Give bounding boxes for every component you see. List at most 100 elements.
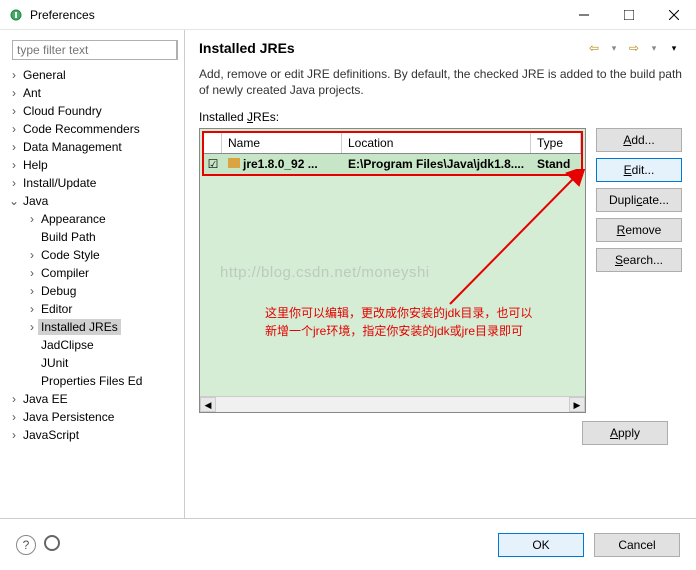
jre-table[interactable]: Name Location Type ☑ jre1.8.0_92 ... E:\… xyxy=(199,128,586,413)
jre-location: E:\Program Files\Java\jdk1.8.... xyxy=(342,154,531,174)
tree-item-ant[interactable]: ›Ant xyxy=(4,84,180,102)
tree-item-general[interactable]: ›General xyxy=(4,66,180,84)
tree-item-compiler[interactable]: ›Compiler xyxy=(4,264,180,282)
tree-arrow-icon[interactable]: › xyxy=(26,212,38,226)
col-name[interactable]: Name xyxy=(222,133,342,153)
tree-item-appearance[interactable]: ›Appearance xyxy=(4,210,180,228)
jre-checkbox[interactable]: ☑ xyxy=(204,154,222,174)
tree-item-label: Build Path xyxy=(38,229,99,245)
jre-name: jre1.8.0_92 ... xyxy=(222,154,342,174)
tree-item-jadclipse[interactable]: JadClipse xyxy=(4,336,180,354)
tree-item-label: Code Recommenders xyxy=(20,121,143,137)
tree-item-cloud-foundry[interactable]: ›Cloud Foundry xyxy=(4,102,180,120)
tree-item-build-path[interactable]: Build Path xyxy=(4,228,180,246)
tree-item-java-persistence[interactable]: ›Java Persistence xyxy=(4,408,180,426)
tree-item-label: Help xyxy=(20,157,51,173)
table-row[interactable]: ☑ jre1.8.0_92 ... E:\Program Files\Java\… xyxy=(204,154,581,174)
col-type[interactable]: Type xyxy=(531,133,581,153)
apply-button[interactable]: Apply xyxy=(582,421,668,445)
remove-button[interactable]: Remove xyxy=(596,218,682,242)
tree-arrow-icon[interactable]: › xyxy=(8,428,20,442)
back-icon[interactable]: ⇦ xyxy=(586,41,602,55)
tree-arrow-icon[interactable]: › xyxy=(26,302,38,316)
col-location[interactable]: Location xyxy=(342,133,531,153)
nav-icons: ⇦ ▾ ⇨ ▾ ▾ xyxy=(586,41,682,55)
page-title: Installed JREs xyxy=(199,40,586,56)
tree-item-installed-jres[interactable]: ›Installed JREs xyxy=(4,318,180,336)
filter-clear-button[interactable] xyxy=(177,40,178,60)
minimize-button[interactable] xyxy=(561,0,606,29)
tree-item-label: Java xyxy=(20,193,51,209)
forward-icon[interactable]: ⇨ xyxy=(626,41,642,55)
tree-arrow-icon[interactable]: › xyxy=(26,266,38,280)
tree-item-code-style[interactable]: ›Code Style xyxy=(4,246,180,264)
filter-input[interactable] xyxy=(12,40,177,60)
sidebar: ›General›Ant›Cloud Foundry›Code Recommen… xyxy=(0,30,185,518)
tree-item-label: JUnit xyxy=(38,355,71,371)
tree-item-label: Appearance xyxy=(38,211,109,227)
tree-item-editor[interactable]: ›Editor xyxy=(4,300,180,318)
edit-button[interactable]: Edit... xyxy=(596,158,682,182)
tree-item-label: Debug xyxy=(38,283,79,299)
search-button[interactable]: Search... xyxy=(596,248,682,272)
help-icon[interactable]: ? xyxy=(16,535,36,555)
cancel-button[interactable]: Cancel xyxy=(594,533,680,557)
tree-item-label: Code Style xyxy=(38,247,103,263)
tree-arrow-icon[interactable]: › xyxy=(26,284,38,298)
tree-arrow-icon[interactable]: ⌄ xyxy=(8,194,20,208)
tree-item-label: General xyxy=(20,67,69,83)
jre-type: Stand xyxy=(531,154,581,174)
tree-item-javascript[interactable]: ›JavaScript xyxy=(4,426,180,444)
duplicate-button[interactable]: Duplicate... xyxy=(596,188,682,212)
tree-item-debug[interactable]: ›Debug xyxy=(4,282,180,300)
tree-item-label: Java EE xyxy=(20,391,71,407)
menu-icon[interactable]: ▾ xyxy=(666,43,682,54)
tree-item-label: Installed JREs xyxy=(38,319,121,335)
tree-item-code-recommenders[interactable]: ›Code Recommenders xyxy=(4,120,180,138)
tree[interactable]: ›General›Ant›Cloud Foundry›Code Recommen… xyxy=(0,66,184,518)
forward-menu-icon[interactable]: ▾ xyxy=(646,43,662,54)
tree-item-junit[interactable]: JUnit xyxy=(4,354,180,372)
tree-arrow-icon[interactable]: › xyxy=(8,86,20,100)
tree-arrow-icon[interactable]: › xyxy=(8,68,20,82)
tree-arrow-icon[interactable]: › xyxy=(8,104,20,118)
tree-arrow-icon[interactable]: › xyxy=(8,176,20,190)
annotation-box: Name Location Type ☑ jre1.8.0_92 ... E:\… xyxy=(202,131,583,176)
tree-item-java-ee[interactable]: ›Java EE xyxy=(4,390,180,408)
add-button[interactable]: Add... xyxy=(596,128,682,152)
tree-item-label: Properties Files Ed xyxy=(38,373,145,389)
tree-arrow-icon[interactable]: › xyxy=(8,392,20,406)
tree-item-data-management[interactable]: ›Data Management xyxy=(4,138,180,156)
tree-arrow-icon[interactable]: › xyxy=(8,122,20,136)
horizontal-scrollbar[interactable]: ◀▶ xyxy=(200,396,585,412)
tree-item-label: Java Persistence xyxy=(20,409,117,425)
tree-item-label: Ant xyxy=(20,85,44,101)
tree-arrow-icon[interactable]: › xyxy=(8,410,20,424)
close-button[interactable] xyxy=(651,0,696,29)
ok-button[interactable]: OK xyxy=(498,533,584,557)
window-title: Preferences xyxy=(30,8,561,22)
tree-item-java[interactable]: ⌄Java xyxy=(4,192,180,210)
tree-item-label: Install/Update xyxy=(20,175,99,191)
tree-item-label: Data Management xyxy=(20,139,125,155)
tree-arrow-icon[interactable]: › xyxy=(8,158,20,172)
table-label: Installed JREs: xyxy=(199,110,682,124)
tree-arrow-icon[interactable]: › xyxy=(26,320,38,334)
tree-item-label: JadClipse xyxy=(38,337,97,353)
maximize-button[interactable] xyxy=(606,0,651,29)
titlebar: Preferences xyxy=(0,0,696,30)
import-export-icon[interactable] xyxy=(44,535,60,551)
tree-arrow-icon[interactable]: › xyxy=(26,248,38,262)
main-panel: Installed JREs ⇦ ▾ ⇨ ▾ ▾ Add, remove or … xyxy=(185,30,696,518)
annotation-text: 这里你可以编辑，更改成你安装的jdk目录，也可以 新增一个jre环境，指定你安装… xyxy=(265,304,532,340)
watermark: http://blog.csdn.net/moneyshi xyxy=(220,264,430,281)
back-menu-icon[interactable]: ▾ xyxy=(606,43,622,54)
description: Add, remove or edit JRE definitions. By … xyxy=(199,66,682,98)
tree-item-properties-files-ed[interactable]: Properties Files Ed xyxy=(4,372,180,390)
tree-item-install-update[interactable]: ›Install/Update xyxy=(4,174,180,192)
bottom-bar: ? OK Cancel xyxy=(0,518,696,570)
tree-arrow-icon[interactable]: › xyxy=(8,140,20,154)
app-icon xyxy=(8,7,24,23)
tree-item-label: JavaScript xyxy=(20,427,82,443)
tree-item-help[interactable]: ›Help xyxy=(4,156,180,174)
